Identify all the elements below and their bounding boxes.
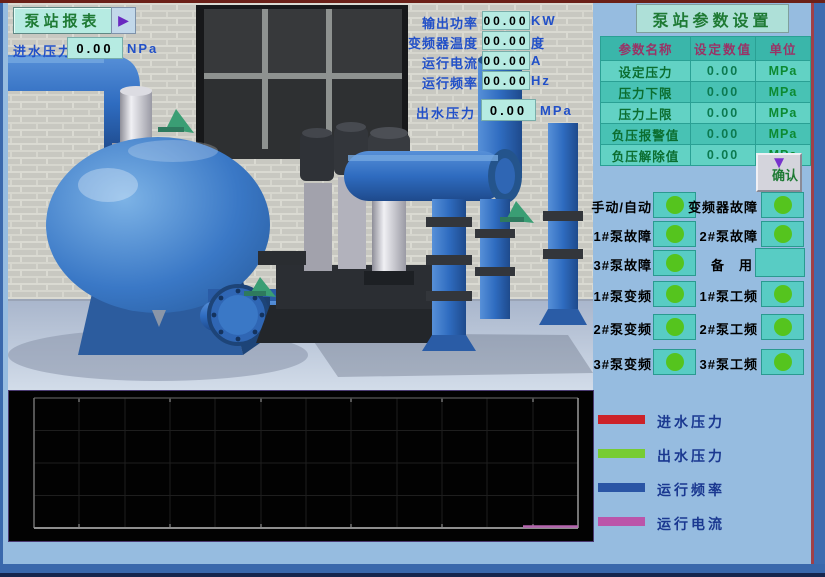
col-set-value: 设定数值 xyxy=(691,37,756,61)
setpoint-field[interactable]: 0.00 xyxy=(691,103,756,124)
inlet-pressure-value: 0.00 xyxy=(67,37,123,59)
status-label-vfd-fault: 变频器故障 xyxy=(688,197,758,216)
status-label-pump2-mains: 2#泵工频 xyxy=(700,319,758,338)
legend-label-run-current: 运行电流 xyxy=(657,514,725,534)
status-label-pump2-fault: 2#泵故障 xyxy=(700,226,758,245)
table-row: 设定压力 0.00 MPa xyxy=(601,61,811,82)
legend-swatch-outlet-pressure xyxy=(598,449,645,458)
legend-label-run-frequency: 运行频率 xyxy=(657,480,725,500)
col-param-name: 参数名称 xyxy=(601,37,691,61)
frame-bottom xyxy=(0,564,825,573)
status-lamp-pump3-fault xyxy=(653,250,696,276)
hmi-pump-station-screen: 泵站报表 ▶ 进水压力 0.00 NPa 输出功率 00.00 KW 变频器温度… xyxy=(0,0,825,577)
legend-swatch-run-frequency xyxy=(598,483,645,492)
frame-top xyxy=(0,0,825,3)
output-power-unit: KW xyxy=(531,13,557,28)
table-row: 负压报警值 0.00 MPa xyxy=(601,124,811,145)
legend-swatch-inlet-pressure xyxy=(598,415,645,424)
setpoint-field[interactable]: 0.00 xyxy=(691,82,756,103)
legend-label-inlet-pressure: 进水压力 xyxy=(657,412,725,432)
table-row: 压力下限 0.00 MPa xyxy=(601,82,811,103)
status-lamp-spare xyxy=(755,248,805,277)
run-current-value: 00.00 xyxy=(482,51,530,70)
inverter-temp-value: 00.00 xyxy=(482,31,530,50)
status-label-pump3-mains: 3#泵工频 xyxy=(700,354,758,373)
outlet-pressure-unit: MPa xyxy=(540,103,573,118)
setpoint-field[interactable]: 0.00 xyxy=(691,61,756,82)
table-row: 压力上限 0.00 MPa xyxy=(601,103,811,124)
run-frequency-label: 运行频率 xyxy=(404,73,478,92)
status-label-manual-auto: 手动/自动 xyxy=(591,197,652,216)
legend-swatch-run-current xyxy=(598,517,645,526)
status-label-pump3-vfd: 3#泵变频 xyxy=(594,354,652,373)
report-button[interactable]: 泵站报表 xyxy=(13,7,112,34)
status-label-pump3-fault: 3#泵故障 xyxy=(594,255,652,274)
status-lamp-pump1-mains xyxy=(761,281,804,307)
status-lamp-pump2-fault xyxy=(761,221,804,247)
inverter-temp-label: 变频器温度 xyxy=(404,33,478,52)
discharge-manifold xyxy=(344,149,522,203)
lamp-on-indicator xyxy=(666,196,684,214)
inlet-pressure-label: 进水压力 xyxy=(13,41,73,60)
output-power-label: 输出功率 xyxy=(404,13,478,32)
run-current-label: 运行电流 xyxy=(404,53,478,72)
report-play-button[interactable]: ▶ xyxy=(111,7,136,34)
trend-chart xyxy=(8,390,594,542)
play-triangle-icon: ▶ xyxy=(118,12,129,29)
status-label-pump1-fault: 1#泵故障 xyxy=(594,226,652,245)
outlet-pressure-label: 出水压力 xyxy=(398,103,476,122)
lamp-on-indicator xyxy=(774,225,792,243)
setpoint-field[interactable]: 0.00 xyxy=(691,124,756,145)
col-unit: 单位 xyxy=(756,37,811,61)
lamp-on-indicator xyxy=(774,285,792,303)
status-label-pump1-vfd: 1#泵变频 xyxy=(594,286,652,305)
status-lamp-pump3-vfd xyxy=(653,349,696,375)
lamp-on-indicator xyxy=(666,318,684,336)
status-lamp-pump2-vfd xyxy=(653,314,696,340)
frame-bottom-edge xyxy=(0,573,825,577)
lamp-on-indicator xyxy=(774,353,792,371)
inlet-pressure-unit: NPa xyxy=(127,41,158,56)
legend-label-outlet-pressure: 出水压力 xyxy=(657,446,725,466)
lamp-on-indicator xyxy=(774,196,792,214)
status-lamp-pump3-mains xyxy=(761,349,804,375)
lamp-on-indicator xyxy=(666,285,684,303)
frame-right xyxy=(814,3,825,573)
lamp-on-indicator xyxy=(774,318,792,336)
status-label-pump1-mains: 1#泵工频 xyxy=(700,286,758,305)
lamp-on-indicator xyxy=(666,254,684,272)
lamp-on-indicator xyxy=(666,353,684,371)
trend-chart-plot xyxy=(9,391,593,541)
status-lamp-vfd-fault xyxy=(761,192,804,218)
status-lamp-pump1-vfd xyxy=(653,281,696,307)
status-label-pump2-vfd: 2#泵变频 xyxy=(594,319,652,338)
frame-left xyxy=(0,3,3,577)
status-label-spare: 备 用 xyxy=(711,255,753,274)
run-frequency-unit: Hz xyxy=(531,73,551,88)
parameter-settings-title: 泵站参数设置 xyxy=(636,4,789,33)
output-power-value: 00.00 xyxy=(482,11,530,30)
parameter-table: 参数名称 设定数值 单位 设定压力 0.00 MPa 压力下限 0.00 MPa… xyxy=(600,36,811,166)
status-lamp-pump1-fault xyxy=(653,221,696,247)
run-frequency-value: 00.00 xyxy=(482,71,530,90)
confirm-button-label: 确认 xyxy=(758,169,800,183)
setpoint-field[interactable]: 0.00 xyxy=(691,145,756,166)
inverter-temp-unit: 度 xyxy=(531,33,546,52)
run-current-unit: A xyxy=(531,53,542,68)
status-lamp-pump2-mains xyxy=(761,314,804,340)
outlet-pressure-value: 0.00 xyxy=(481,99,536,121)
confirm-button[interactable]: ▼ 确认 xyxy=(756,153,802,192)
lamp-on-indicator xyxy=(666,225,684,243)
